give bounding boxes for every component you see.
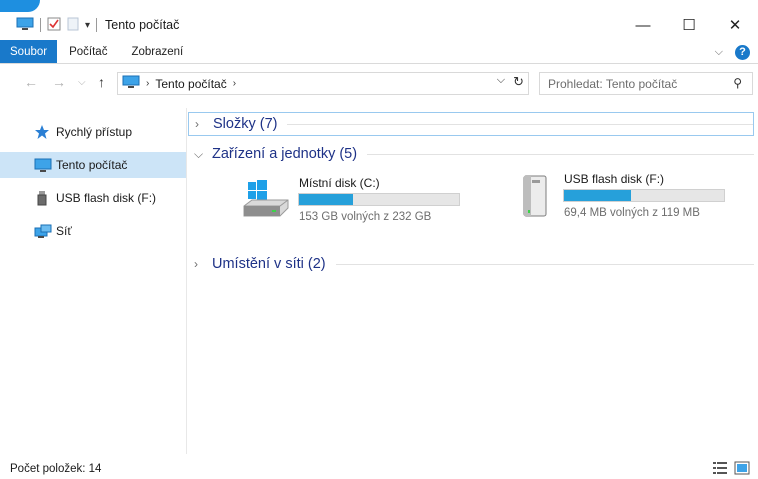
up-button[interactable]: ↑ [98,74,105,90]
tab-view[interactable]: Zobrazení [119,40,195,63]
sidebar-item-quick-access[interactable]: Rychlý přístup [0,119,186,145]
drive-name: USB flash disk (F:) [564,172,665,186]
minimize-button[interactable]: — [620,12,666,38]
usb-drive-icon [34,190,50,209]
ribbon-right-controls: ⌵ ? [715,40,750,64]
drive-free-space: 69,4 MB volných z 119 MB [564,207,700,219]
large-icons-view-icon[interactable] [734,461,750,478]
address-row: ← → ⌵ ↑ › Tento počítač › ⌵ ↻ Prohledat:… [0,70,758,98]
drive-usage-fill [299,194,354,205]
explorer-window: ▾ Tento počítač — ☐ ✕ Soubor Počítač Zob… [0,0,758,479]
view-buttons [712,461,750,478]
title-bar: ▾ Tento počítač — ☐ ✕ [0,12,758,38]
chevron-right-icon[interactable]: › [195,117,209,131]
properties-icon[interactable] [47,17,61,34]
address-controls: ⌵ ↻ [497,74,524,90]
group-divider-line [287,123,753,125]
group-title: Složky (7) [213,116,278,132]
tab-computer[interactable]: Počítač [57,40,119,63]
star-icon [34,124,50,143]
forward-button[interactable]: → [52,74,66,90]
maximize-button[interactable]: ☐ [666,12,712,38]
app-badge [0,0,40,12]
item-count: Počet položek: 14 [10,462,102,475]
tab-file[interactable]: Soubor [0,40,58,63]
breadcrumb-separator[interactable]: › [146,78,149,89]
ribbon: Soubor Počítač Zobrazení ⌵ ? [0,40,758,64]
caption-buttons: — ☐ ✕ [620,12,758,38]
group-folders[interactable]: › Složky (7) [188,112,754,136]
window-title: Tento počítač [105,18,180,32]
sidebar-item-label: Síť [56,224,72,238]
search-icon[interactable]: ⚲ [733,76,742,90]
new-folder-icon[interactable] [67,17,79,34]
drive-name: Místní disk (C:) [299,176,380,190]
usb-drive-icon [518,174,552,223]
sidebar-item-this-pc[interactable]: Tento počítač [0,152,186,178]
group-network-locations[interactable]: › Umístění v síti (2) [188,252,754,276]
sidebar-item-label: Rychlý přístup [56,125,133,139]
drive-usage-bar [298,193,460,206]
quick-access-toolbar: ▾ [0,17,98,34]
drive-usage-fill [564,190,632,201]
network-icon [34,223,52,242]
toolbar-separator [96,18,98,32]
expand-ribbon-icon[interactable]: ⌵ [715,46,723,59]
recent-locations-button[interactable]: ⌵ [78,77,86,88]
toolbar-separator [40,18,41,32]
refresh-icon[interactable]: ↻ [513,74,524,90]
drive-free-space: 153 GB volných z 232 GB [299,211,432,223]
sidebar-item-network[interactable]: Síť [0,218,186,244]
address-dropdown-icon[interactable]: ⌵ [497,74,505,90]
drive-usage-bar [563,189,725,202]
group-title: Umístění v síti (2) [212,256,326,272]
back-button[interactable]: ← [24,74,38,90]
sidebar-item-label: USB flash disk (F:) [56,191,157,205]
chevron-right-icon[interactable]: › [194,257,208,271]
sidebar-item-label: Tento počítač [56,158,128,172]
content-area: › Složky (7) ⌵ Zařízení a jednotky (5) M… [188,108,758,454]
drive-tile-f[interactable]: USB flash disk (F:) 69,4 MB volných z 11… [518,168,738,224]
close-button[interactable]: ✕ [712,12,758,38]
drive-tile-c[interactable]: Místní disk (C:) 153 GB volných z 232 GB [242,172,472,228]
computer-icon [122,75,140,92]
group-devices[interactable]: ⌵ Zařízení a jednotky (5) [188,142,754,166]
navigation-pane: Rychlý přístup Tento počítač USB flash d… [0,108,186,454]
help-icon[interactable]: ? [735,44,750,60]
details-view-icon[interactable] [712,461,728,478]
computer-icon [16,17,34,34]
breadcrumb-chevron[interactable]: › [233,78,236,89]
chevron-down-icon[interactable]: ⌵ [194,147,208,162]
computer-icon [34,157,52,176]
address-bar[interactable]: › Tento počítač › ⌵ ↻ [117,72,529,95]
search-placeholder: Prohledat: Tento počítač [548,76,678,91]
group-divider-line [335,263,754,265]
pane-divider[interactable] [186,108,187,454]
search-input[interactable]: Prohledat: Tento počítač ⚲ [539,72,753,95]
customize-toolbar-icon[interactable]: ▾ [85,20,90,31]
group-title: Zařízení a jednotky (5) [212,146,358,162]
local-disk-icon [242,178,292,225]
breadcrumb-this-pc[interactable]: Tento počítač [155,77,226,91]
status-bar: Počet položek: 14 [0,458,758,479]
group-divider-line [367,153,754,155]
sidebar-item-usb-drive[interactable]: USB flash disk (F:) [0,185,186,211]
